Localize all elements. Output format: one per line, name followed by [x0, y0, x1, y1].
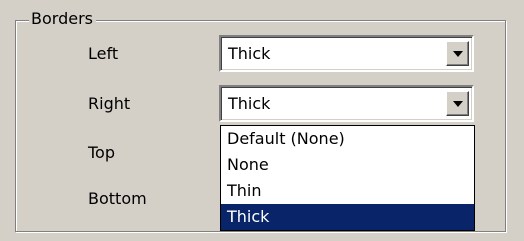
chevron-down-icon — [452, 50, 463, 57]
left-label: Left — [88, 44, 119, 63]
borders-group-title: Borders — [29, 9, 96, 29]
option-thick[interactable]: Thick — [221, 204, 474, 230]
right-label: Right — [88, 94, 131, 113]
right-border-value: Thick — [228, 94, 271, 113]
left-border-value: Thick — [228, 44, 271, 63]
left-combo-dropdown-button[interactable] — [446, 41, 469, 66]
bottom-label: Bottom — [88, 189, 147, 208]
option-none[interactable]: None — [221, 152, 474, 178]
option-thin[interactable]: Thin — [221, 178, 474, 204]
top-label: Top — [88, 143, 115, 162]
right-combo-dropdown-button[interactable] — [446, 91, 469, 116]
option-default-none[interactable]: Default (None) — [221, 126, 474, 152]
left-border-combobox[interactable]: Thick — [219, 35, 474, 72]
right-border-combobox[interactable]: Thick — [219, 85, 474, 122]
right-border-dropdown-list[interactable]: Default (None) None Thin Thick — [220, 125, 475, 231]
chevron-down-icon — [452, 100, 463, 107]
